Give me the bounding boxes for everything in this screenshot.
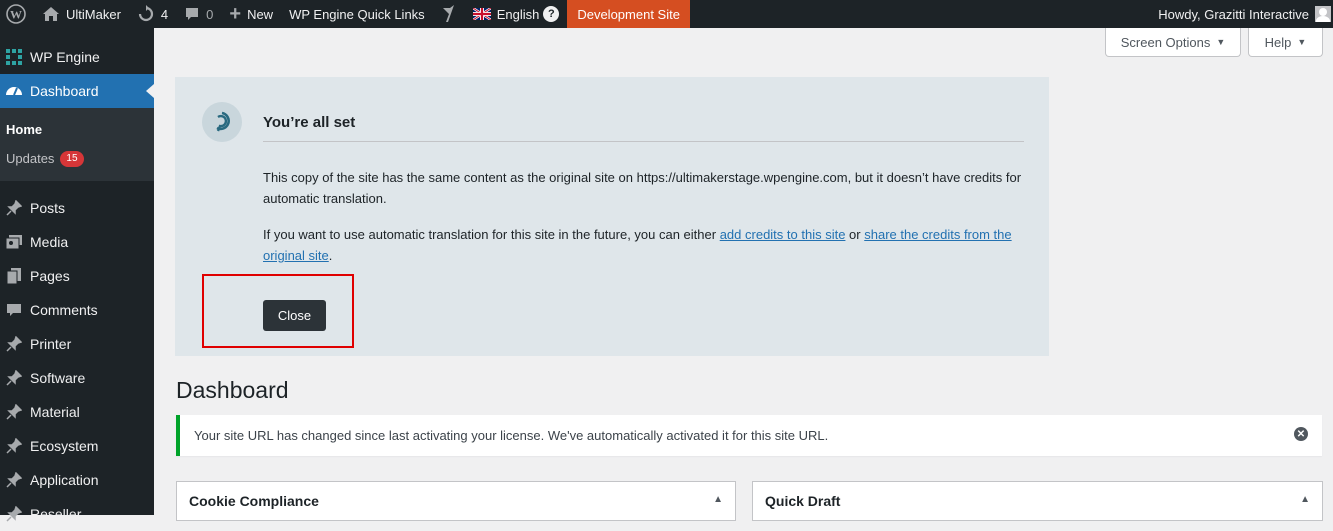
updates-count-badge: 15 bbox=[60, 150, 84, 167]
comments-menu[interactable]: 0 bbox=[176, 0, 221, 28]
wpml-logo-icon bbox=[202, 102, 242, 142]
new-label: New bbox=[247, 6, 274, 22]
my-account-menu[interactable]: Howdy, Grazitti Interactive bbox=[1150, 0, 1333, 28]
pin-icon bbox=[4, 504, 24, 524]
sidebar-item-label: Comments bbox=[30, 302, 98, 318]
submenu-item-updates[interactable]: Updates 15 bbox=[0, 144, 154, 173]
uk-flag-icon bbox=[472, 8, 491, 20]
sidebar-item-printer[interactable]: Printer bbox=[0, 327, 154, 361]
new-content-menu[interactable]: + New bbox=[221, 0, 281, 28]
admin-bar: W UltiMaker 4 0 + New WP Engine Quick Li… bbox=[0, 0, 1333, 28]
sidebar-item-label: Printer bbox=[30, 336, 72, 352]
notice-divider bbox=[263, 141, 1024, 142]
grid-icon bbox=[4, 47, 24, 67]
yoast-icon bbox=[442, 5, 454, 22]
submenu-home-label: Home bbox=[6, 122, 43, 137]
license-notice-text: Your site URL has changed since last act… bbox=[194, 428, 829, 443]
sidebar-item-application[interactable]: Application bbox=[0, 463, 154, 497]
sidebar-item-label: Reseller bbox=[30, 506, 82, 522]
sidebar-item-material[interactable]: Material bbox=[0, 395, 154, 429]
notice-title: You’re all set bbox=[263, 114, 356, 131]
pin-icon bbox=[4, 368, 24, 388]
sidebar-item-reseller[interactable]: Reseller bbox=[0, 497, 154, 531]
wordpress-icon: W bbox=[6, 4, 26, 24]
language-switcher-menu[interactable]: English ? bbox=[465, 0, 568, 28]
pin-icon bbox=[4, 402, 24, 422]
dismiss-icon[interactable]: ✕ bbox=[1294, 427, 1308, 441]
sidebar-item-label: WP Engine bbox=[30, 49, 100, 65]
notice-paragraph-2-prefix: If you want to use automatic translation… bbox=[263, 227, 720, 242]
notice-paragraph-2: If you want to use automatic translation… bbox=[263, 224, 1033, 266]
license-notice: Your site URL has changed since last act… bbox=[176, 415, 1322, 456]
pin-icon bbox=[4, 470, 24, 490]
avatar bbox=[1315, 6, 1331, 22]
comments-count: 0 bbox=[206, 6, 214, 22]
wordpress-logo-menu[interactable]: W bbox=[0, 0, 34, 28]
notice-paragraph-2-middle: or bbox=[845, 227, 865, 242]
yoast-seo-menu[interactable] bbox=[433, 0, 465, 28]
development-site-badge[interactable]: Development Site bbox=[567, 0, 690, 28]
screen-options-button[interactable]: Screen Options ▼ bbox=[1105, 28, 1241, 57]
notice-paragraph-1: This copy of the site has the same conte… bbox=[263, 170, 1022, 206]
postbox-title: Cookie Compliance bbox=[189, 493, 319, 509]
submenu-updates-label: Updates bbox=[6, 151, 55, 166]
pages-icon bbox=[4, 266, 24, 286]
caret-down-icon: ▼ bbox=[1216, 37, 1226, 47]
sidebar-item-wp-engine[interactable]: WP Engine bbox=[0, 40, 154, 74]
dashboard-submenu: Home Updates 15 bbox=[0, 108, 154, 181]
comment-icon bbox=[4, 300, 24, 320]
collapse-arrow-icon[interactable]: ▲ bbox=[1300, 494, 1310, 505]
sidebar-item-ecosystem[interactable]: Ecosystem bbox=[0, 429, 154, 463]
help-label: Help bbox=[1264, 34, 1292, 50]
updates-count: 4 bbox=[160, 6, 169, 22]
highlight-box bbox=[202, 274, 354, 348]
sidebar-item-label: Posts bbox=[30, 200, 66, 216]
sidebar-item-posts[interactable]: Posts bbox=[0, 191, 154, 225]
notice-paragraph-2-suffix: . bbox=[328, 248, 333, 263]
admin-sidebar: WP Engine Dashboard Home Updates 15 Posts… bbox=[0, 28, 154, 522]
postbox-quick-draft: Quick Draft ▲ bbox=[752, 481, 1323, 521]
sidebar-item-media[interactable]: Media bbox=[0, 225, 154, 259]
svg-text:W: W bbox=[10, 8, 22, 22]
postbox-title: Quick Draft bbox=[765, 493, 841, 509]
pin-icon bbox=[4, 436, 24, 456]
sidebar-item-label: Application bbox=[30, 472, 99, 488]
screen-options-label: Screen Options bbox=[1120, 34, 1211, 50]
sidebar-item-label: Pages bbox=[30, 268, 70, 284]
pin-icon bbox=[4, 334, 24, 354]
caret-down-icon: ▼ bbox=[1297, 37, 1307, 47]
help-button[interactable]: Help ▼ bbox=[1248, 28, 1323, 57]
page-title: Dashboard bbox=[176, 377, 289, 403]
sidebar-item-label: Software bbox=[30, 370, 86, 386]
plus-icon: + bbox=[229, 2, 242, 25]
media-icon bbox=[4, 232, 24, 252]
site-name: UltiMaker bbox=[66, 6, 121, 22]
development-site-label: Development Site bbox=[577, 6, 680, 22]
wp-engine-quick-links-menu[interactable]: WP Engine Quick Links bbox=[281, 0, 433, 28]
submenu-item-home[interactable]: Home bbox=[0, 115, 154, 144]
sidebar-item-software[interactable]: Software bbox=[0, 361, 154, 395]
add-credits-link[interactable]: add credits to this site bbox=[720, 227, 846, 242]
sidebar-item-comments[interactable]: Comments bbox=[0, 293, 154, 327]
quick-links-label: WP Engine Quick Links bbox=[289, 6, 425, 22]
pin-icon bbox=[4, 198, 24, 218]
postbox-cookie-compliance: Cookie Compliance ▲ bbox=[176, 481, 736, 521]
language-label: English bbox=[496, 6, 540, 22]
sidebar-item-label: Dashboard bbox=[30, 83, 99, 99]
dashboard-icon bbox=[4, 81, 24, 101]
sidebar-item-pages[interactable]: Pages bbox=[0, 259, 154, 293]
sidebar-item-label: Ecosystem bbox=[30, 438, 99, 454]
help-question-icon[interactable]: ? bbox=[543, 6, 560, 22]
home-icon bbox=[42, 6, 60, 22]
howdy-label: Howdy, Grazitti Interactive bbox=[1158, 6, 1309, 22]
sidebar-item-dashboard[interactable]: Dashboard bbox=[0, 74, 154, 108]
updates-menu[interactable]: 4 bbox=[129, 0, 176, 28]
refresh-icon bbox=[137, 5, 155, 23]
comment-bubble-icon bbox=[184, 6, 200, 22]
sidebar-item-label: Media bbox=[30, 234, 69, 250]
site-name-menu[interactable]: UltiMaker bbox=[34, 0, 129, 28]
sidebar-item-label: Material bbox=[30, 404, 80, 420]
collapse-arrow-icon[interactable]: ▲ bbox=[713, 494, 723, 505]
